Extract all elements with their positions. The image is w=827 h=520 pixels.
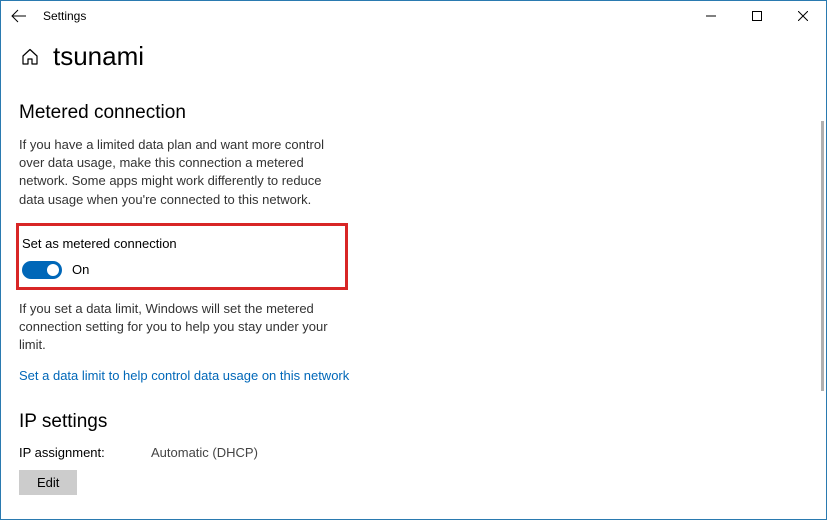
metered-toggle-label: Set as metered connection [22,236,335,251]
metered-description: If you have a limited data plan and want… [19,136,339,209]
titlebar-left: Settings [9,6,86,26]
ip-settings-heading: IP settings [19,411,808,433]
titlebar-controls [688,1,826,31]
metered-limit-note: If you set a data limit, Windows will se… [19,300,339,355]
edit-button[interactable]: Edit [19,470,77,495]
home-icon [21,48,39,66]
scrollbar[interactable] [821,121,824,391]
page-title: tsunami [53,41,144,72]
ip-assignment-value: Automatic (DHCP) [151,445,258,460]
window-title: Settings [43,9,86,23]
minimize-button[interactable] [688,1,734,31]
maximize-button[interactable] [734,1,780,31]
metered-highlight-box: Set as metered connection On [16,223,348,290]
close-icon [798,11,808,21]
arrow-left-icon [11,8,27,24]
titlebar: Settings [1,1,826,31]
ip-assignment-label: IP assignment: [19,445,151,460]
set-data-limit-link[interactable]: Set a data limit to help control data us… [19,368,808,383]
metered-heading: Metered connection [19,102,808,124]
toggle-knob [47,264,59,276]
back-button[interactable] [9,6,29,26]
page-header: tsunami [21,41,808,72]
ip-assignment-row: IP assignment: Automatic (DHCP) [19,445,808,460]
content-area: tsunami Metered connection If you have a… [1,31,826,519]
metered-toggle[interactable] [22,261,62,279]
maximize-icon [752,11,762,21]
metered-toggle-state: On [72,262,89,277]
close-button[interactable] [780,1,826,31]
metered-toggle-row: On [22,261,335,279]
minimize-icon [706,11,716,21]
